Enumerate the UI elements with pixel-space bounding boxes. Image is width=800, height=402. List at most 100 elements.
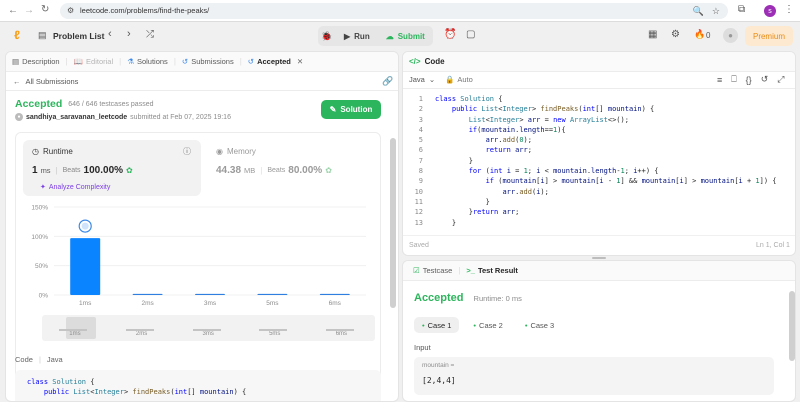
code-area[interactable]: 1 class Solution { 2 public List<Integer>… [403, 94, 795, 234]
play-icon: ▶ [344, 31, 351, 41]
tab-testcase[interactable]: ☑ Testcase [407, 266, 458, 275]
zoom-icon[interactable]: 🔍 [693, 3, 704, 19]
bookmark-star-icon[interactable]: ☆ [712, 3, 720, 19]
runtime-beats-label: Beats [62, 167, 81, 174]
next-problem-icon[interactable]: › [127, 28, 131, 40]
test-scrollbar[interactable] [789, 291, 795, 361]
memory-header: ◉ Memory [216, 147, 256, 156]
memory-beats-label: Beats [267, 167, 286, 174]
settings-gear-icon[interactable]: ⚙ [671, 29, 680, 40]
back-arrow-icon: ← [13, 77, 21, 86]
tab-description-label: Description [22, 57, 60, 66]
result-status-row: Accepted Runtime: 0 ms [414, 292, 522, 304]
memory-unit: MB [244, 166, 256, 175]
memory-title: Memory [226, 147, 256, 156]
memory-chip-icon: ◉ [216, 147, 223, 156]
history-icon: ↺ [247, 57, 255, 66]
panel-resize-handle[interactable] [592, 257, 606, 259]
back-arrow-icon[interactable]: ← [8, 5, 18, 16]
case-tab-2[interactable]: • Case 2 [465, 317, 510, 333]
code-line: public List<Integer> findPeaks(int[] mou… [43, 388, 247, 397]
runtime-box[interactable]: ◷ Runtime ⓘ 1 ms | Beats 100.00% ✿ ✦ Ana… [23, 140, 201, 196]
param-name: mountain = [422, 362, 455, 369]
language-select[interactable]: Java ⌄ [409, 75, 435, 84]
tab-description[interactable]: ▤ Description [6, 57, 66, 66]
format-icon[interactable]: ≡ [717, 75, 722, 85]
case-tab-1[interactable]: • Case 1 [414, 317, 460, 333]
x-tick-label: 2ms [141, 300, 154, 307]
url-text: leetcode.com/problems/find-the-peaks/ [80, 6, 210, 15]
address-bar[interactable]: ⚙ leetcode.com/problems/find-the-peaks/ … [60, 3, 728, 19]
chart-bar [70, 238, 101, 295]
tab-solutions[interactable]: ⚗ Solutions [121, 57, 174, 66]
analyze-complexity-link[interactable]: ✦ Analyze Complexity [40, 183, 111, 192]
checkbox-icon: ☑ [413, 266, 420, 275]
share-link-icon[interactable]: 🔗 [382, 76, 393, 87]
streak-fire-icon[interactable]: 🔥 [694, 29, 705, 40]
case-tab-3[interactable]: • Case 3 [517, 317, 562, 333]
cloud-upload-icon: ☁ [385, 31, 394, 41]
y-tick-label: 150% [31, 205, 48, 212]
all-submissions-link[interactable]: ← All Submissions [13, 77, 78, 86]
y-tick-label: 0% [39, 293, 49, 300]
code-tab-title[interactable]: Code [425, 57, 445, 66]
language-label: Java [409, 75, 425, 84]
navigator-tick-label: 2ms [135, 331, 148, 337]
tab-test-result[interactable]: >_ Test Result [460, 266, 523, 275]
left-scrollbar[interactable] [390, 138, 396, 308]
divider [6, 90, 398, 91]
submit-button[interactable]: ☁ Submit [378, 32, 433, 41]
forward-arrow-icon[interactable]: → [24, 5, 34, 16]
tab-testcase-label: Testcase [422, 266, 453, 275]
navigator-tick-label: 5ms [269, 331, 281, 337]
premium-button[interactable]: Premium [745, 26, 793, 46]
code-header: Code | Java [15, 355, 63, 364]
problem-list-link[interactable]: Problem List [53, 31, 104, 41]
submitted-code-preview: class Solution { public List<Integer> fi… [15, 370, 381, 401]
code-line: 6 return arr; [418, 146, 532, 155]
prev-problem-icon[interactable]: ‹ [108, 28, 112, 40]
profile-avatar[interactable]: s [764, 5, 776, 17]
solution-button[interactable]: ✎ Solution [321, 100, 381, 119]
auto-mode[interactable]: 🔒 Auto [445, 75, 473, 84]
reset-icon[interactable]: ↺ [761, 74, 769, 85]
tab-editorial[interactable]: 📖 Editorial [68, 57, 119, 66]
memory-box[interactable]: ◉ Memory 44.38 MB | Beats 80.00% ✿ [208, 140, 374, 196]
debug-icon[interactable]: 🐞 [318, 31, 336, 42]
solution-button-label: Solution [340, 105, 373, 114]
bookmark-icon[interactable]: ⎕ [731, 74, 736, 85]
close-tab-icon[interactable]: ✕ [297, 57, 303, 66]
layout-icon[interactable]: ▦ [648, 29, 657, 40]
tab-accepted[interactable]: ↺ Accepted ✕ [242, 57, 309, 66]
chart-navigator[interactable]: 1ms 2ms 3ms 5ms 6ms [42, 315, 375, 341]
timer-icon[interactable]: ⏰ [444, 29, 456, 40]
extensions-icon[interactable]: ⧉ [738, 4, 745, 15]
notes-icon[interactable]: ▢ [466, 29, 475, 40]
user-avatar[interactable]: ● [723, 28, 738, 43]
run-button[interactable]: ▶ Run [336, 32, 378, 41]
info-icon[interactable]: ⓘ [183, 146, 191, 157]
analyze-complexity-label: Analyze Complexity [48, 183, 111, 191]
code-header-label: Code [15, 355, 33, 364]
site-info-icon[interactable]: ⚙ [67, 3, 74, 19]
terminal-icon: >_ [466, 266, 475, 275]
case-tab-label: Case 1 [427, 320, 452, 330]
submitter-username[interactable]: sandhiya_saravanan_leetcode [26, 114, 127, 121]
navigator-mini-bar [59, 329, 88, 331]
code-brackets-icon: </> [409, 57, 421, 66]
code-language-label: Java [46, 355, 63, 364]
submitter-row: ● sandhiya_saravanan_leetcode submitted … [15, 113, 231, 121]
fullscreen-icon[interactable]: ⤢ [777, 74, 784, 85]
code-line: 10 arr.add(i); [414, 187, 549, 196]
tab-submissions[interactable]: ↺ Submissions [176, 57, 240, 66]
separator: | [38, 355, 41, 364]
braces-icon[interactable]: {} [746, 75, 752, 85]
code-line: 12 }return arr; [414, 208, 520, 217]
browser-menu-icon[interactable]: ⋮ [784, 4, 794, 15]
reload-icon[interactable]: ↻ [41, 4, 49, 15]
navigator-mini-bar [192, 329, 221, 331]
shuffle-icon[interactable]: ⤮ [146, 29, 154, 40]
leetcode-logo-icon[interactable]: ℓ [10, 28, 24, 42]
streak-count: 0 [706, 31, 711, 40]
input-param-box: mountain = [2,4,4] [414, 357, 774, 395]
